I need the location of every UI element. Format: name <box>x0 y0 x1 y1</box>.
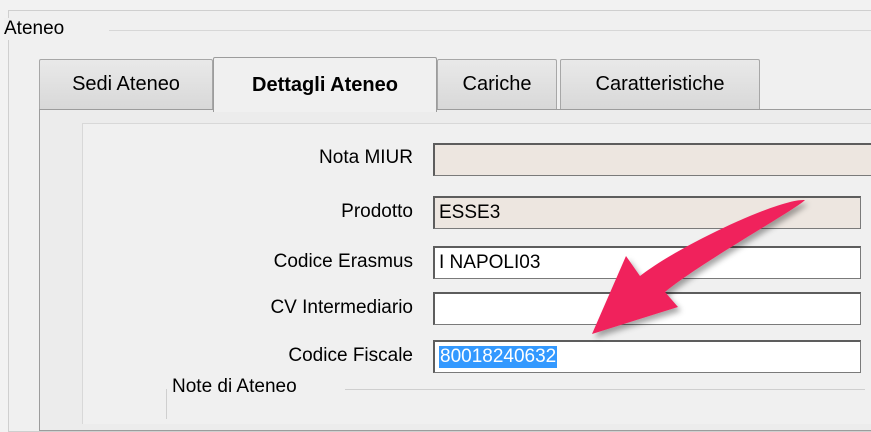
tab-label: Cariche <box>462 73 532 95</box>
codice-erasmus-value: I NAPOLI03 <box>439 252 541 273</box>
cv-intermediario-field[interactable] <box>433 292 861 325</box>
codice-fiscale-field[interactable]: 80018240632 <box>433 340 861 373</box>
tab-sedi-ateneo[interactable]: Sedi Ateneo <box>39 59 213 109</box>
tab-dettagli-ateneo[interactable]: Dettagli Ateneo <box>213 57 437 112</box>
nota-miur-field[interactable] <box>433 143 871 176</box>
nota-miur-label: Nota MIUR <box>319 147 413 168</box>
tab-label: Sedi Ateneo <box>72 73 180 95</box>
cv-intermediario-label: CV Intermediario <box>270 297 413 318</box>
tab-caratteristiche[interactable]: Caratteristiche <box>560 59 760 109</box>
notes-group-divider <box>345 389 865 390</box>
ateneo-group-title: Ateneo <box>4 18 69 40</box>
codice-erasmus-label: Codice Erasmus <box>273 251 413 272</box>
codice-erasmus-field[interactable]: I NAPOLI03 <box>433 246 861 279</box>
notes-group-border <box>166 389 167 419</box>
group-divider <box>109 30 871 31</box>
codice-fiscale-value-selected: 80018240632 <box>439 346 558 368</box>
notes-group-title: Note di Ateneo <box>172 376 297 397</box>
prodotto-field[interactable]: ESSE3 <box>433 196 861 229</box>
prodotto-value: ESSE3 <box>439 202 501 223</box>
prodotto-label: Prodotto <box>341 201 413 222</box>
codice-fiscale-label: Codice Fiscale <box>288 345 413 366</box>
tab-label: Dettagli Ateneo <box>252 73 398 96</box>
tab-cariche[interactable]: Cariche <box>437 59 557 109</box>
tab-label: Caratteristiche <box>595 73 725 95</box>
